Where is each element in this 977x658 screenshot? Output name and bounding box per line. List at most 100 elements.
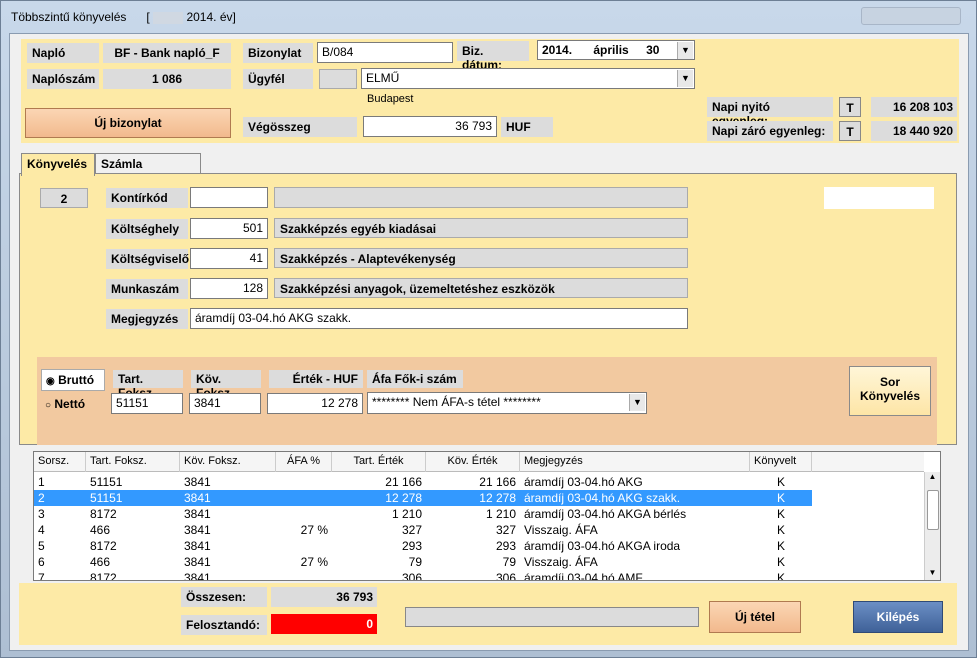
koltsegviselo-input[interactable]: 41: [190, 248, 268, 269]
chevron-down-icon[interactable]: ▼: [677, 70, 693, 87]
cell-kov-foksz: 3841: [184, 555, 211, 569]
kov-foksz-input[interactable]: 3841: [189, 393, 261, 414]
felosztando-label: Felosztandó:: [181, 615, 267, 635]
col-afa[interactable]: ÁFA %: [276, 452, 332, 472]
munkaszam-input[interactable]: 128: [190, 278, 268, 299]
cell-sorsz: 1: [38, 475, 45, 489]
napi-nyito-value: 16 208 103: [871, 97, 957, 117]
cell-megjegyzes: áramdíj 03-04.hó AKGA bérlés: [524, 507, 687, 521]
table-scrollbar[interactable]: ▲ ▼: [924, 472, 940, 580]
scroll-thumb[interactable]: [927, 490, 939, 530]
col-konyvelt[interactable]: Könyvelt: [750, 452, 812, 472]
koltseghely-input[interactable]: 501: [190, 218, 268, 239]
sor-konyveles-line1: Sor: [879, 375, 900, 389]
cell-megjegyzes: áramdíj 03-04.hó AKGA iroda: [524, 539, 681, 553]
col-sorsz[interactable]: Sorsz.: [34, 452, 86, 472]
entries-table[interactable]: Sorsz. Tart. Foksz. Köv. Foksz. ÁFA % Ta…: [33, 451, 941, 581]
table-row[interactable]: 4 466 3841 27 % 327 327 Visszaig. ÁFA K: [34, 522, 812, 538]
col-tart-ertek[interactable]: Tart. Érték: [332, 452, 426, 472]
tab-szamla-rendezes[interactable]: Számla rendezés: [95, 153, 201, 185]
afa-label: Áfa Fők-i szám: [367, 370, 463, 388]
cell-sorsz: 7: [38, 571, 45, 581]
status-field: [405, 607, 699, 627]
currency-label: HUF: [501, 117, 553, 137]
table-row[interactable]: 2 51151 3841 12 278 12 278 áramdíj 03-04.hó A…: [34, 490, 812, 506]
chevron-down-icon[interactable]: ▼: [677, 42, 693, 59]
kilepes-button[interactable]: Kilépés: [853, 601, 943, 633]
cell-konyvelt: K: [776, 507, 785, 521]
cell-tart-ertek: 12 278: [385, 491, 422, 505]
napi-zaro-flag: T: [839, 121, 861, 141]
tab-konyveles[interactable]: Könyvelés: [21, 153, 95, 176]
cell-sorsz: 6: [38, 555, 45, 569]
kontirkod-input[interactable]: [190, 187, 268, 208]
cell-kov-foksz: 3841: [184, 491, 211, 505]
cell-kov-ertek: 79: [502, 555, 516, 569]
cell-tart-foksz: 8172: [90, 539, 117, 553]
table-row[interactable]: 6 466 3841 27 % 79 79 Visszaig. ÁFA K: [34, 554, 812, 570]
cell-konyvelt: K: [776, 475, 785, 489]
cell-kov-ertek: 12 278: [479, 491, 516, 505]
tart-foksz-input[interactable]: 51151: [111, 393, 183, 414]
col-tart-foksz[interactable]: Tart. Foksz.: [86, 452, 180, 472]
title-year: 2014. év]: [186, 10, 236, 24]
uj-bizonylat-button[interactable]: Új bizonylat: [25, 108, 231, 138]
cell-kov-ertek: 21 166: [479, 475, 516, 489]
netto-radio[interactable]: ○ Nettó: [43, 396, 107, 416]
chevron-down-icon[interactable]: ▼: [629, 394, 645, 411]
table-header: Sorsz. Tart. Foksz. Köv. Foksz. ÁFA % Ta…: [34, 452, 924, 472]
cell-tart-foksz: 8172: [90, 571, 117, 581]
title-bar[interactable]: Többszintű könyvelés [ 2014. év]: [1, 1, 977, 33]
naploszam-value: 1 086: [103, 69, 231, 89]
cell-afa: 27 %: [300, 523, 328, 537]
cell-kov-ertek: 306: [495, 571, 516, 581]
cell-kov-foksz: 3841: [184, 507, 211, 521]
cell-tart-ertek: 79: [408, 555, 422, 569]
napi-zaro-label: Napi záró egyenleg:: [707, 121, 833, 141]
ertek-input[interactable]: 12 278: [267, 393, 363, 414]
bizonylat-input[interactable]: B/084: [317, 42, 453, 63]
table-row[interactable]: 5 8172 3841 293 293 áramdíj 03-04.hó AKGA iro…: [34, 538, 812, 554]
col-kov-ertek[interactable]: Köv. Érték: [426, 452, 520, 472]
row-number: 2: [40, 188, 88, 208]
table-row[interactable]: 7 8172 3841 306 306 áramdíj 03-04.hó AMF K: [34, 570, 812, 581]
cell-megjegyzes: Visszaig. ÁFA: [524, 523, 598, 537]
biz-datum-select[interactable]: 2014. április 30 ▼: [537, 40, 695, 60]
napi-nyito-flag: T: [839, 97, 861, 117]
col-kov-foksz[interactable]: Köv. Foksz.: [180, 452, 276, 472]
col-megjegyzes[interactable]: Megjegyzés: [520, 452, 750, 472]
cell-tart-ertek: 306: [401, 571, 422, 581]
cell-kov-foksz: 3841: [184, 475, 211, 489]
cell-tart-foksz: 466: [90, 555, 111, 569]
ugyfel-city: Budapest: [367, 93, 414, 105]
ugyfel-label: Ügyfél: [243, 69, 313, 89]
ertek-label: Érték - HUF: [269, 370, 363, 388]
koltsegviselo-label: Költségviselő: [106, 249, 189, 269]
vegosszeg-value[interactable]: 36 793: [363, 116, 497, 137]
scroll-down-icon[interactable]: ▼: [926, 568, 939, 580]
cell-sorsz: 2: [38, 491, 45, 505]
uj-tetel-button[interactable]: Új tétel: [709, 601, 801, 633]
ugyfel-code[interactable]: [319, 69, 357, 89]
scroll-up-icon[interactable]: ▲: [926, 472, 939, 484]
kontirkod-label: Kontírkód: [106, 188, 188, 208]
table-row[interactable]: 1 51151 3841 21 166 21 166 áramdíj 03-04.hó A…: [34, 474, 812, 490]
napi-zaro-value: 18 440 920: [871, 121, 957, 141]
cell-kov-ertek: 1 210: [485, 507, 516, 521]
munkaszam-label: Munkaszám: [106, 279, 188, 299]
sor-konyveles-button[interactable]: Sor Könyvelés: [849, 366, 931, 416]
megjegyzes-input[interactable]: áramdíj 03-04.hó AKG szakk.: [190, 308, 688, 329]
kontirkod-desc: [274, 187, 688, 208]
brutto-radio[interactable]: ◉ Bruttó: [41, 369, 105, 391]
cell-sorsz: 4: [38, 523, 45, 537]
sor-konyveles-line2: Könyvelés: [859, 389, 921, 403]
afa-select[interactable]: ******** Nem ÁFA-s tétel ******** ▼: [367, 392, 647, 414]
biz-datum-year: 2014.: [542, 43, 573, 57]
table-row[interactable]: 3 8172 3841 1 210 1 210 áramdíj 03-04.hó AKGA…: [34, 506, 812, 522]
cell-sorsz: 5: [38, 539, 45, 553]
cell-kov-foksz: 3841: [184, 523, 211, 537]
cell-megjegyzes: Visszaig. ÁFA: [524, 555, 598, 569]
cell-megjegyzes: áramdíj 03-04.hó AKG szakk.: [524, 491, 681, 505]
ugyfel-select[interactable]: ELMŰ ▼: [361, 68, 695, 89]
title-bracket: [: [146, 10, 150, 24]
